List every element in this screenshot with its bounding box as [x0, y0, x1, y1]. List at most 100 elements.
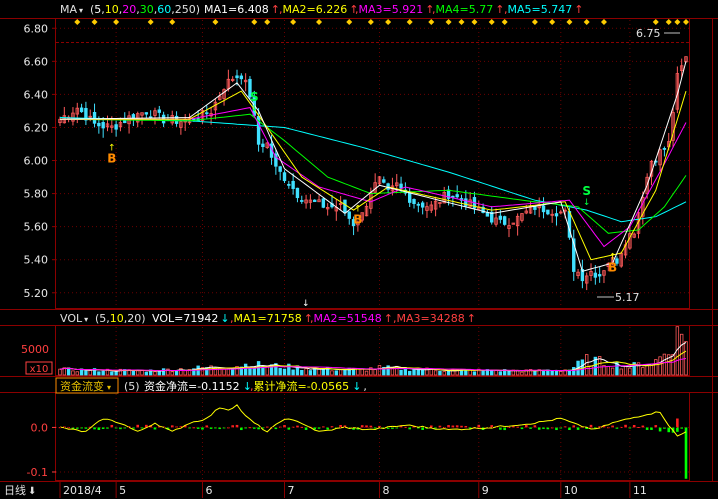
- price-grid: [56, 27, 690, 294]
- flow-indicator-label[interactable]: 资金流变 ▾: [60, 379, 111, 393]
- candle-body: [451, 195, 455, 198]
- candle-body: [343, 199, 347, 214]
- signal-diamond: [264, 19, 271, 25]
- volume-bar: [671, 354, 675, 376]
- candle-body: [502, 216, 507, 225]
- ma4-line: [60, 113, 687, 234]
- flow-tick-label: 0.0: [31, 421, 49, 434]
- moving-average-lines: [59, 61, 687, 272]
- price-tick-label: 5.60: [24, 221, 49, 234]
- volume-bar: [157, 371, 161, 376]
- ma3-line: [60, 107, 687, 248]
- flow-bar: [369, 425, 373, 428]
- candle-body: [239, 75, 244, 80]
- candle-body: [412, 199, 416, 204]
- candle-body: [313, 199, 317, 203]
- sell-arrow-icon: ↓: [583, 198, 591, 208]
- candle-body: [321, 198, 326, 208]
- flow-net-value: 资金净流=-0.1152 ↓: [144, 379, 252, 393]
- signal-diamond: [428, 19, 435, 25]
- stock-chart[interactable]: ↑BS↓↑BS↓↑B 6.75 5.17 5.205.405.605.806.0…: [0, 0, 718, 499]
- flow-bar: [248, 427, 252, 429]
- price-y-axis: 5.20 5.40 5.60 5.80 6.00 6.20 6.40 6.60 6.80: [24, 22, 56, 300]
- flow-line: [59, 404, 687, 437]
- ma-params: (5,10,20,30,60,250): [90, 3, 200, 16]
- volume-bar: [412, 369, 416, 376]
- flow-bar: [252, 427, 256, 429]
- volume-bar: [654, 359, 658, 376]
- sell-marker: S: [582, 184, 591, 198]
- volume-bar: [300, 369, 304, 376]
- signal-diamond: [683, 19, 689, 25]
- flow-legend: 资金流变 ▾ (5) 资金净流=-0.1152 ↓ ,累计净流=-0.0565 ↓,: [55, 377, 367, 394]
- signal-diamond: [445, 19, 452, 25]
- volume-bar: [291, 369, 295, 376]
- month-label: 5: [119, 484, 126, 497]
- flow-bar: [676, 418, 679, 428]
- volume-bar: [131, 370, 136, 376]
- candle-body: [79, 107, 84, 113]
- ma-indicator-menu[interactable]: MA ▾: [60, 3, 83, 16]
- volume-bar: [589, 365, 593, 376]
- month-label: 9: [482, 484, 489, 497]
- signal-diamond: [488, 19, 495, 25]
- ma5-line: [59, 117, 687, 223]
- drag-handle-icon[interactable]: ↓: [302, 299, 310, 309]
- buy-marker: B: [353, 212, 362, 226]
- volume-bar: [75, 371, 79, 376]
- signal-diamond: [346, 19, 353, 25]
- flow-tick-label: -0.1: [27, 466, 48, 479]
- volume-bar: [321, 369, 326, 376]
- flow-bar: [533, 425, 537, 428]
- volume-bar: [278, 368, 282, 376]
- volume-bar: [110, 371, 114, 376]
- volume-bar: [623, 365, 628, 376]
- signal-diamond: [501, 19, 508, 25]
- volume-bar: [490, 370, 494, 376]
- volume-bar: [282, 368, 287, 376]
- volume-bar: [658, 356, 662, 376]
- flow-cum-value: ,累计净流=-0.0565 ↓,: [250, 379, 367, 393]
- volume-bar: [174, 370, 179, 376]
- sell-arrow-icon: ↓: [251, 104, 259, 114]
- volume-bar: [304, 368, 308, 376]
- signal-diamond: [458, 19, 465, 25]
- month-label: 7: [287, 484, 294, 497]
- candle-body: [420, 202, 425, 208]
- volume-bar: [71, 370, 75, 376]
- volume-bar: [136, 370, 140, 376]
- volume-tick-5000: 5000: [21, 343, 49, 356]
- flow-bar: [589, 424, 593, 428]
- signal-diamond: [549, 19, 556, 25]
- flow-bar: [257, 427, 260, 430]
- ma3-value: ,MA3=5.921 ↑: [355, 3, 434, 16]
- candle-body: [498, 215, 503, 220]
- flow-bar: [205, 425, 209, 428]
- volume-bar: [585, 354, 589, 376]
- signal-diamond: [652, 19, 659, 25]
- price-tick-label: 5.20: [24, 287, 49, 300]
- volume-bar: [373, 369, 377, 376]
- candle-body: [157, 109, 161, 113]
- volume-bar: [472, 371, 477, 376]
- volume-bar: [550, 370, 554, 376]
- flow-bar: [196, 427, 200, 429]
- period-selector[interactable]: 日线 ⬇: [4, 483, 36, 497]
- ma4-value: ,MA4=5.77 ↑: [432, 3, 504, 16]
- candle-body: [205, 112, 209, 115]
- vol-indicator-menu[interactable]: VOL ▾: [60, 312, 88, 325]
- flow-bar: [140, 427, 144, 429]
- signal-diamonds: [74, 19, 689, 25]
- volume-bar: [407, 370, 412, 376]
- flow-bar: [477, 424, 481, 428]
- signal-diamond: [74, 19, 81, 25]
- volume-bar: [161, 368, 166, 376]
- flow-bar: [97, 427, 101, 430]
- volume-bar: [619, 368, 623, 376]
- signal-diamond: [406, 19, 413, 25]
- volume-bar: [170, 371, 174, 376]
- volume-bar: [222, 368, 226, 376]
- volume-bar: [572, 367, 576, 376]
- flow-bar: [658, 427, 662, 432]
- volume-bar: [364, 370, 369, 376]
